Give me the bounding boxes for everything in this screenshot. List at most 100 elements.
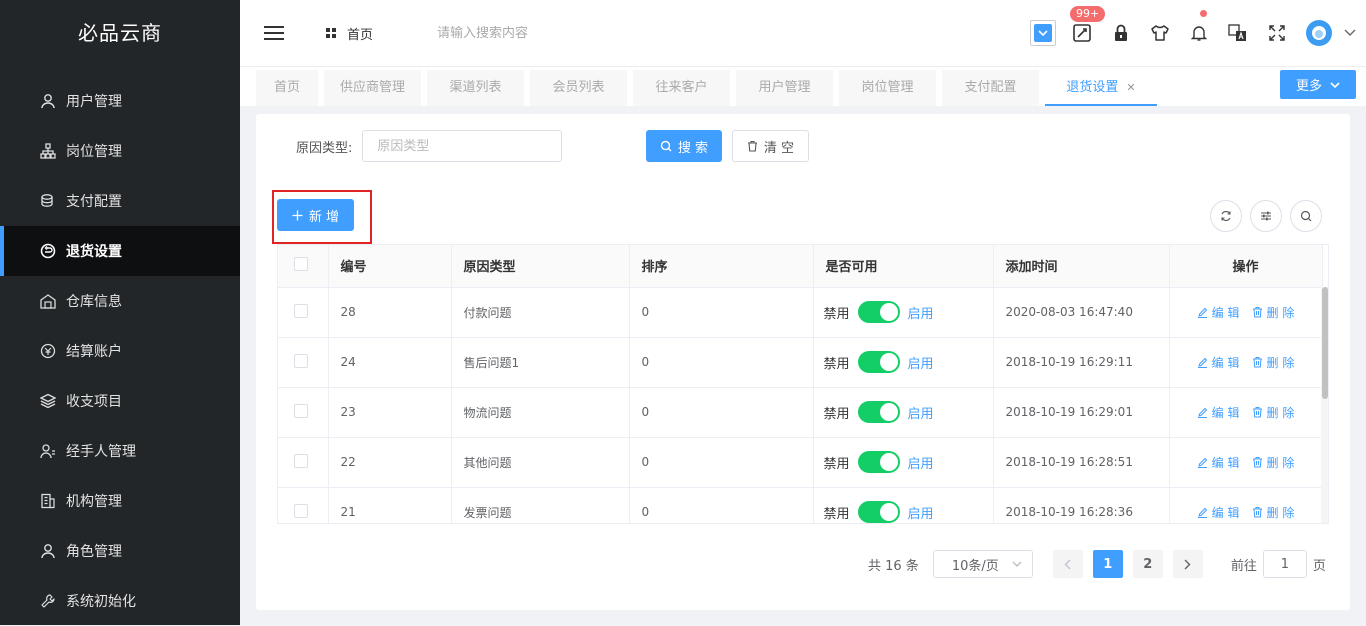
cell-added-time: 2018-10-19 16:28:51 [993, 437, 1170, 488]
sidebar-item[interactable]: 用户管理 [0, 76, 240, 126]
row-select-cell [278, 437, 329, 488]
delete-button[interactable]: 删 除 [1252, 404, 1294, 421]
refresh-icon [1220, 210, 1232, 222]
lock-button[interactable] [1101, 0, 1140, 66]
user-icon [38, 91, 58, 111]
column-header: 原因类型 [451, 245, 630, 288]
chevron-down-icon [1330, 81, 1340, 88]
switch-off-label: 禁用 [823, 506, 850, 522]
row-checkbox[interactable] [294, 353, 308, 368]
row-checkbox[interactable] [294, 303, 308, 318]
sidebar-item[interactable]: 收支项目 [0, 376, 240, 426]
chevron-left-icon [1064, 559, 1071, 570]
table-search-button[interactable] [1290, 200, 1322, 232]
table-scrollbar-thumb[interactable] [1322, 287, 1328, 399]
tab[interactable]: 渠道列表 [427, 70, 524, 106]
reason-type-label: 原因类型: [296, 140, 353, 156]
search-button[interactable]: 搜 索 [646, 130, 722, 162]
next-page-button[interactable] [1172, 550, 1203, 578]
prev-page-button[interactable] [1052, 550, 1083, 578]
page-number-button[interactable]: 1 [1092, 550, 1123, 578]
tab-label: 供应商管理 [339, 80, 405, 95]
sidebar-item[interactable]: 支付配置 [0, 176, 240, 226]
sidebar-item[interactable]: 系统初始化 [0, 576, 240, 626]
edit-label: 编 辑 [1211, 405, 1240, 420]
tab[interactable]: 用户管理 [736, 70, 833, 106]
tab[interactable]: 会员列表 [530, 70, 627, 106]
clear-button-label: 清 空 [763, 140, 795, 156]
edit-label: 编 辑 [1211, 305, 1240, 320]
edit-button[interactable]: 编 辑 [1197, 454, 1240, 471]
column-header: 编号 [328, 245, 452, 288]
filter-row: 原因类型: [296, 130, 563, 162]
sidebar-item[interactable]: 结算账户 [0, 326, 240, 376]
enabled-switch[interactable] [857, 451, 900, 473]
tab[interactable]: 供应商管理 [324, 70, 421, 106]
tools-button[interactable]: 99+ [1062, 0, 1106, 66]
delete-button[interactable]: 删 除 [1252, 354, 1294, 371]
delete-button[interactable]: 删 除 [1252, 454, 1294, 471]
row-checkbox[interactable] [294, 453, 308, 468]
tab[interactable]: 支付配置 [942, 70, 1039, 106]
sidebar-item-label: 退货设置 [66, 244, 122, 260]
theme-picker[interactable] [1023, 0, 1062, 66]
sidebar-item[interactable]: 退货设置 [0, 226, 240, 276]
translate-button[interactable] [1218, 0, 1257, 66]
cell-id: 24 [328, 337, 452, 388]
reason-type-input[interactable] [362, 130, 563, 162]
sidebar-item[interactable]: 岗位管理 [0, 126, 240, 176]
enabled-switch[interactable] [857, 401, 900, 423]
switch-off-label: 禁用 [823, 406, 850, 422]
switch-on-label: 启用 [907, 406, 934, 422]
chevron-down-icon [1033, 24, 1052, 42]
chevron-down-icon [1344, 29, 1356, 37]
enabled-switch[interactable] [857, 501, 900, 523]
edit-button[interactable]: 编 辑 [1197, 304, 1240, 321]
more-tabs-button[interactable]: 更多 [1280, 70, 1356, 99]
select-all-cell [278, 245, 329, 288]
tab-label: 首页 [273, 80, 300, 95]
select-all-checkbox[interactable] [294, 256, 308, 271]
delete-button[interactable]: 删 除 [1252, 504, 1294, 521]
row-checkbox[interactable] [294, 503, 308, 518]
goto-label: 前往 [1230, 558, 1257, 574]
top-icons: 99+ [1023, 0, 1366, 66]
sidebar-item[interactable]: 机构管理 [0, 476, 240, 526]
sliders-icon [1260, 210, 1272, 222]
global-search-input[interactable] [437, 25, 738, 41]
columns-settings-button[interactable] [1250, 200, 1282, 232]
search-button-label: 搜 索 [677, 140, 709, 156]
enabled-switch[interactable] [857, 351, 900, 373]
tab[interactable]: 往来客户 [633, 70, 730, 106]
edit-button[interactable]: 编 辑 [1197, 504, 1240, 521]
sidebar-item[interactable]: 经手人管理 [0, 426, 240, 476]
tab[interactable]: 首页 [256, 70, 318, 106]
goto-page-input[interactable] [1262, 550, 1307, 578]
enabled-switch[interactable] [857, 301, 900, 323]
delete-button[interactable]: 删 除 [1252, 304, 1295, 321]
page-size-select[interactable]: 10条/页 [932, 550, 1033, 578]
coins-icon [38, 191, 58, 211]
row-checkbox[interactable] [294, 403, 308, 418]
close-icon[interactable]: ✕ [1126, 81, 1135, 94]
delete-label: 删 除 [1266, 305, 1295, 320]
cell-reason-type: 售后问题1 [451, 337, 630, 388]
tab[interactable]: 退货设置 ✕ [1045, 70, 1157, 106]
page-number-button[interactable]: 2 [1132, 550, 1163, 578]
tab[interactable]: 岗位管理 [839, 70, 936, 106]
menu-toggle-icon[interactable] [264, 25, 286, 41]
cell-id: 23 [328, 387, 452, 438]
notification-button[interactable] [1179, 0, 1218, 66]
fullscreen-button[interactable] [1257, 0, 1296, 66]
page-size-value: 10条/页 [951, 558, 999, 574]
refresh-button[interactable] [1210, 200, 1242, 232]
skin-button[interactable] [1140, 0, 1179, 66]
user-menu[interactable] [1296, 0, 1366, 66]
edit-button[interactable]: 编 辑 [1197, 354, 1240, 371]
clear-button[interactable]: 清 空 [732, 130, 809, 162]
sidebar-item[interactable]: 角色管理 [0, 526, 240, 576]
add-button[interactable]: 新 增 [277, 199, 354, 231]
home-link[interactable]: 首页 [326, 24, 373, 43]
edit-button[interactable]: 编 辑 [1197, 404, 1240, 421]
sidebar-item[interactable]: 仓库信息 [0, 276, 240, 326]
